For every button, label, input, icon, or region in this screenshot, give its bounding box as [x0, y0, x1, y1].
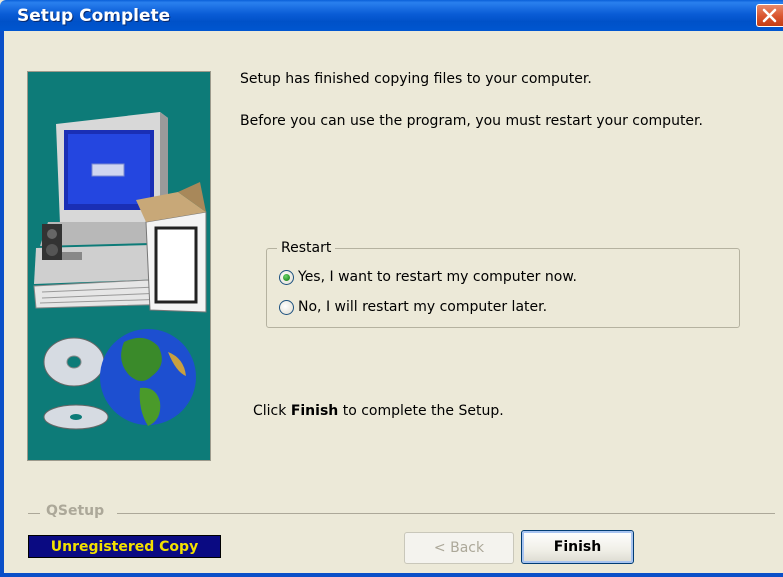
setup-illustration [27, 71, 211, 461]
qsetup-divider-left [28, 513, 40, 514]
finish-instruction-prefix: Click [253, 403, 291, 419]
qsetup-label: QSetup [46, 503, 105, 519]
close-icon [762, 8, 777, 23]
close-button[interactable] [756, 4, 783, 27]
title-bar: Setup Complete [0, 0, 783, 31]
window-frame-bottom [0, 573, 783, 577]
restart-now-label[interactable]: Yes, I want to restart my computer now. [298, 269, 577, 285]
unregistered-copy-badge: Unregistered Copy [28, 535, 221, 558]
restart-group-label: Restart [277, 240, 336, 256]
window-title: Setup Complete [17, 6, 171, 26]
restart-required-message: Before you can use the program, you must… [240, 113, 703, 129]
qsetup-divider-right [117, 513, 775, 514]
restart-later-radio[interactable] [279, 299, 294, 315]
restart-now-radio[interactable] [279, 269, 294, 285]
finished-copying-message: Setup has finished copying files to your… [240, 71, 592, 87]
window-frame-left [0, 31, 4, 577]
restart-later-option[interactable]: No, I will restart my computer later. [279, 297, 547, 317]
finish-instruction-bold: Finish [290, 403, 339, 419]
restart-now-option[interactable]: Yes, I want to restart my computer now. [279, 267, 577, 287]
computer-illustration-icon [33, 112, 207, 430]
back-button[interactable]: < Back [404, 532, 514, 564]
finish-instruction: Click Finish to complete the Setup. [253, 403, 504, 419]
finish-instruction-suffix: to complete the Setup. [338, 403, 504, 419]
finish-button[interactable]: Finish [521, 530, 634, 564]
restart-later-label[interactable]: No, I will restart my computer later. [298, 299, 547, 315]
